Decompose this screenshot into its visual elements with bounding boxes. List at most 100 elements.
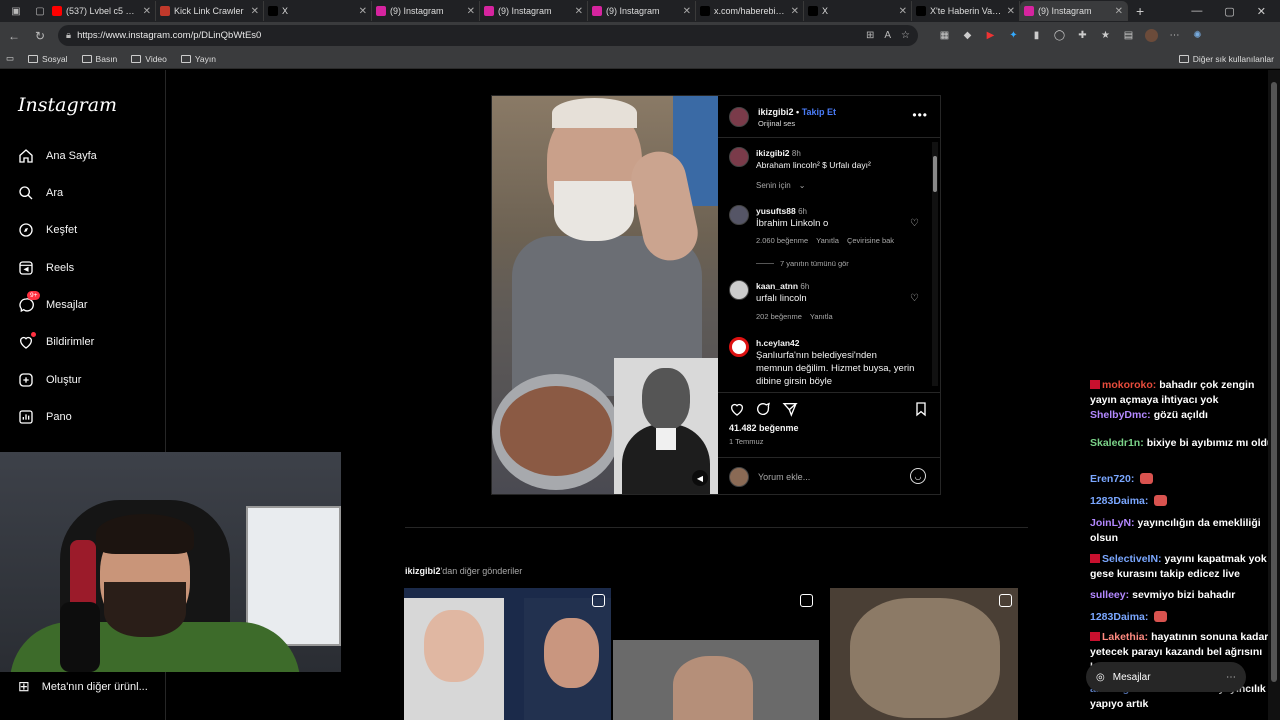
extension-icon[interactable]: ◯ xyxy=(1053,29,1066,42)
follow-button[interactable]: Takip Et xyxy=(802,107,836,117)
extension-icon[interactable]: ▶ xyxy=(984,29,997,42)
browser-tab[interactable]: (9) Instagram ✕ xyxy=(588,1,696,21)
close-tab-icon[interactable]: ✕ xyxy=(251,6,259,17)
more-post-thumbnail[interactable] xyxy=(613,588,819,720)
browser-tab[interactable]: X ✕ xyxy=(804,1,912,21)
emoji-icon[interactable]: ◡ xyxy=(910,468,926,484)
extension-icon[interactable]: ✦ xyxy=(1007,29,1020,42)
browser-tab[interactable]: (9) Instagram ✕ xyxy=(480,1,588,21)
browser-tab[interactable]: (537) Lvbel c5 yeni ✕ xyxy=(48,1,156,21)
collections-icon[interactable]: ▤ xyxy=(1122,29,1135,42)
sidebar-item-pano[interactable]: Pano xyxy=(18,409,72,425)
bookmark-folder[interactable]: Yayın xyxy=(180,54,216,64)
browser-tab[interactable]: (9) Instagram ✕ xyxy=(372,1,480,21)
chat-username[interactable]: sulleey: xyxy=(1090,589,1129,601)
refresh-icon[interactable]: ↻ xyxy=(32,29,48,43)
sidebar-item-oluştur[interactable]: Oluştur xyxy=(18,372,81,388)
comment-username[interactable]: kaan_atnn xyxy=(756,281,798,291)
comment-like-icon[interactable]: ♡ xyxy=(910,219,920,229)
url-field[interactable]: 🔒︎ https://www.instagram.com/p/DLinQbWtE… xyxy=(58,25,918,46)
like-heart-icon[interactable] xyxy=(729,401,745,417)
chat-username[interactable]: JoinLyN: xyxy=(1090,517,1135,529)
instagram-logo[interactable]: Instagram xyxy=(18,94,117,116)
browser-tab[interactable]: X ✕ xyxy=(264,1,372,21)
sort-dropdown[interactable]: Senin için ⌄ xyxy=(756,181,805,190)
comment-likes[interactable]: 2.060 beğenme xyxy=(756,236,808,245)
more-post-thumbnail[interactable] xyxy=(404,588,611,720)
chat-username[interactable]: 1283Daima: xyxy=(1090,495,1148,507)
reading-view-icon[interactable]: ▭ xyxy=(6,53,14,64)
close-tab-icon[interactable]: ✕ xyxy=(143,6,151,17)
author-avatar[interactable] xyxy=(729,147,749,167)
maximize-icon[interactable]: ▢ xyxy=(1224,5,1234,18)
close-tab-icon[interactable]: ✕ xyxy=(1007,6,1015,17)
other-bookmarks[interactable]: Diğer sık kullanılanlar xyxy=(1178,54,1274,64)
more-options-icon[interactable]: ••• xyxy=(912,108,928,122)
sidebar-item-ana-sayfa[interactable]: Ana Sayfa xyxy=(18,148,97,164)
post-video[interactable]: ◀︎ xyxy=(492,96,718,494)
browser-tab[interactable]: x.com/haberebibak ✕ xyxy=(696,1,804,21)
chat-username[interactable]: mokoroko: xyxy=(1102,379,1156,391)
commenter-avatar[interactable] xyxy=(729,205,749,225)
translate-button[interactable]: Çevirisine bak xyxy=(847,236,894,245)
comments-scrollbar[interactable] xyxy=(932,142,938,386)
sidebar-item-reels[interactable]: Reels xyxy=(18,260,74,276)
sidebar-item-bildirimler[interactable]: Bildirimler xyxy=(18,332,94,350)
workspaces-icon[interactable]: ▣ xyxy=(8,3,24,19)
author-avatar[interactable] xyxy=(729,107,749,127)
commenter-avatar[interactable] xyxy=(729,280,749,300)
chat-username[interactable]: Eren720: xyxy=(1090,473,1134,485)
bookmark-folder[interactable]: Video xyxy=(131,54,167,64)
extension-icon[interactable]: ▮ xyxy=(1030,29,1043,42)
more-post-thumbnail[interactable] xyxy=(830,588,1018,720)
close-tab-icon[interactable]: ✕ xyxy=(1115,6,1123,17)
browser-tab[interactable]: (9) Instagram ✕ xyxy=(1020,1,1128,21)
comment-input[interactable]: Yorum ekle... xyxy=(758,472,810,482)
reply-button[interactable]: Yanıtla xyxy=(816,236,839,245)
sidebar-item-ara[interactable]: Ara xyxy=(18,185,63,201)
settings-more-icon[interactable]: ⋯ xyxy=(1168,29,1181,42)
new-tab-button[interactable]: + xyxy=(1136,3,1144,19)
view-replies-button[interactable]: 7 yanıtın tümünü gör xyxy=(756,259,849,268)
bookmark-folder[interactable]: Basın xyxy=(81,54,117,64)
chat-username[interactable]: 1283Daima: xyxy=(1090,611,1148,623)
chat-username[interactable]: SelectiveIN: xyxy=(1102,553,1162,565)
messages-button[interactable]: ◎ Mesajlar ⋯ xyxy=(1086,662,1246,692)
close-window-icon[interactable]: ✕ xyxy=(1257,5,1266,18)
extension-icon[interactable]: ◆ xyxy=(961,29,974,42)
meta-more-products[interactable]: ⊞ Meta'nın diğer ürünl... xyxy=(18,678,148,695)
comment-bubble-icon[interactable] xyxy=(755,401,771,417)
caption-username[interactable]: ikizgibi2 xyxy=(756,148,790,158)
minimize-icon[interactable]: — xyxy=(1191,5,1202,18)
chat-username[interactable]: Skaledr1n: xyxy=(1090,437,1144,449)
favorite-star-icon[interactable]: ☆ xyxy=(901,30,910,41)
tab-actions-icon[interactable]: ▢ xyxy=(32,3,48,19)
close-tab-icon[interactable]: ✕ xyxy=(467,6,475,17)
browser-tab[interactable]: X'te Haberin Var M ✕ xyxy=(912,1,1020,21)
comments-list[interactable]: ikizgibi2 8h Abraham lincoln² $ Urfalı d… xyxy=(718,139,940,391)
chat-username[interactable]: ShelbyDmc: xyxy=(1090,409,1151,421)
favorites-icon[interactable]: ★ xyxy=(1099,29,1112,42)
commenter-avatar[interactable] xyxy=(729,337,749,357)
audio-label[interactable]: Orijinal ses xyxy=(758,119,795,128)
comment-likes[interactable]: 202 beğenme xyxy=(756,312,802,321)
apps-icon[interactable]: ⊞ xyxy=(866,30,874,41)
bookmark-folder[interactable]: Sosyal xyxy=(28,54,68,64)
comment-like-icon[interactable]: ♡ xyxy=(910,294,920,304)
comment-username[interactable]: yusufts88 xyxy=(756,206,796,216)
mute-icon[interactable]: ◀︎ xyxy=(692,470,708,486)
close-tab-icon[interactable]: ✕ xyxy=(575,6,583,17)
extension-icon[interactable]: ▦ xyxy=(938,29,951,42)
back-icon[interactable]: ← xyxy=(6,29,22,43)
like-count[interactable]: 41.482 beğenme xyxy=(729,423,799,433)
chat-username[interactable]: Lakethia: xyxy=(1102,631,1148,643)
extensions-puzzle-icon[interactable]: ✚ xyxy=(1076,29,1089,42)
sidebar-item-keşfet[interactable]: Keşfet xyxy=(18,222,77,238)
comment-username[interactable]: h.ceylan42 xyxy=(756,338,799,348)
sidebar-item-mesajlar[interactable]: 9+ Mesajlar xyxy=(18,291,88,313)
reply-button[interactable]: Yanıtla xyxy=(810,312,833,321)
page-scrollbar[interactable] xyxy=(1268,70,1280,720)
copilot-icon[interactable]: ✺ xyxy=(1191,29,1204,42)
share-paperplane-icon[interactable] xyxy=(782,401,798,417)
read-aloud-icon[interactable]: A xyxy=(884,30,891,41)
